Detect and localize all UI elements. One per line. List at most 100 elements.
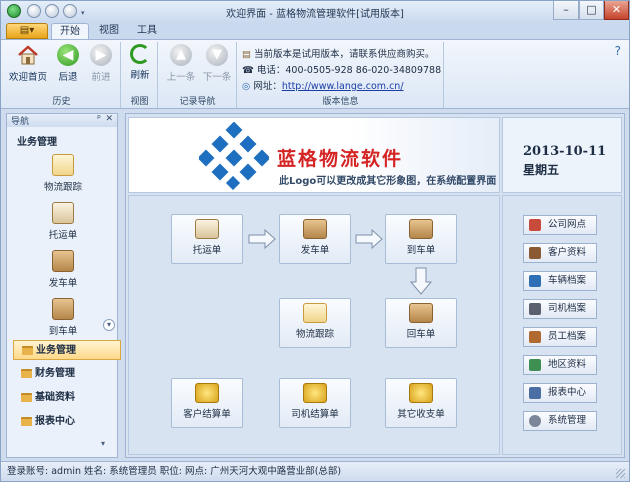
nav-category-finance[interactable]: 财务管理 bbox=[13, 364, 121, 384]
flow-label: 司机结算单 bbox=[291, 409, 339, 420]
flow-label: 客户结算单 bbox=[183, 409, 231, 420]
flow-customer-settle-button[interactable]: 客户结算单 bbox=[171, 378, 243, 428]
current-weekday: 星期五 bbox=[523, 163, 560, 177]
next-record-label: 下一条 bbox=[202, 72, 232, 83]
next-record-button[interactable]: ▼ 下一条 bbox=[199, 44, 235, 83]
ribbon-group-title-history: 历史 bbox=[52, 97, 71, 107]
status-text: 登录账号: admin 姓名: 系统管理员 职位: 网点: 广州天河大观中路营业… bbox=[7, 466, 342, 477]
nav-category-label: 报表中心 bbox=[35, 416, 75, 427]
ribbon-group-title-view: 视图 bbox=[130, 97, 149, 107]
nav-more-button[interactable]: ▾ bbox=[101, 439, 105, 448]
driver-icon bbox=[529, 303, 541, 315]
close-pane-icon[interactable]: ✕ bbox=[105, 114, 113, 124]
employee-icon bbox=[529, 331, 541, 343]
tab-view[interactable]: 视图 bbox=[91, 23, 127, 39]
nav-item-tracking[interactable]: 物流跟踪 bbox=[7, 154, 119, 193]
maximize-button[interactable]: □ bbox=[579, 1, 604, 20]
quick-link-branches[interactable]: 公司网点 bbox=[523, 215, 597, 235]
truck-icon bbox=[52, 250, 74, 272]
forward-button[interactable]: ▶ 前进 bbox=[83, 44, 119, 83]
logo-diamond-icon bbox=[199, 122, 269, 190]
refresh-button[interactable]: 刷新 bbox=[122, 44, 158, 81]
flow-driver-settle-button[interactable]: 司机结算单 bbox=[279, 378, 351, 428]
home-button[interactable]: 欢迎首页 bbox=[7, 44, 49, 83]
nav-section-title: 业务管理 bbox=[17, 137, 57, 148]
folder-icon bbox=[22, 346, 33, 355]
back-button[interactable]: ◀ 后退 bbox=[50, 44, 86, 83]
quick-link-system[interactable]: 系统管理 bbox=[523, 411, 597, 431]
quick-links-panel: 公司网点 客户资料 车辆档案 司机档案 员工档案 地区资料 报表中心 系统管理 bbox=[502, 195, 622, 455]
quick-link-reports[interactable]: 报表中心 bbox=[523, 383, 597, 403]
nav-category-business[interactable]: 业务管理 bbox=[13, 340, 121, 360]
nav-header-title: 导航 bbox=[11, 117, 30, 127]
quick-link-label: 客户资料 bbox=[548, 247, 587, 258]
quick-link-label: 员工档案 bbox=[548, 331, 587, 342]
flow-return-button[interactable]: 回车单 bbox=[385, 298, 457, 348]
coins-minus-icon bbox=[303, 383, 327, 403]
quick-link-customers[interactable]: 客户资料 bbox=[523, 243, 597, 263]
nav-item-dispatch[interactable]: 发车单 bbox=[7, 250, 119, 289]
status-bar: 登录账号: admin 姓名: 系统管理员 职位: 网点: 广州天河大观中路营业… bbox=[1, 461, 629, 481]
app-menu-button[interactable]: ▤▾ bbox=[6, 23, 48, 39]
version-text: 当前版本是试用版本，请联系供应商购买。 bbox=[254, 49, 435, 60]
folder-icon bbox=[21, 393, 32, 402]
tab-tools[interactable]: 工具 bbox=[129, 23, 165, 39]
quick-link-vehicles[interactable]: 车辆档案 bbox=[523, 271, 597, 291]
branch-icon bbox=[529, 219, 541, 231]
flow-consignment-button[interactable]: 托运单 bbox=[171, 214, 243, 264]
flow-dispatch-button[interactable]: 发车单 bbox=[279, 214, 351, 264]
up-arrow-icon: ▲ bbox=[170, 44, 192, 66]
nav-category-label: 业务管理 bbox=[36, 345, 76, 356]
navigation-pane: 导航 ᵖ ✕ 业务管理 物流跟踪 托运单 发车单 到车单 ▾ 业务管理 财务管理… bbox=[6, 113, 121, 458]
down-arrow-icon bbox=[409, 267, 433, 295]
flow-tracking-button[interactable]: 物流跟踪 bbox=[279, 298, 351, 348]
phone-line: ☎ 电话：400-0505-928 86-020-34809788 bbox=[242, 62, 441, 76]
truck-return-icon bbox=[409, 303, 433, 323]
welcome-panel: 蓝格物流软件 此Logo可以更改成其它形象图，在系统配置界面 2013-10-1… bbox=[125, 113, 625, 458]
pin-icon[interactable]: ᵖ bbox=[97, 114, 101, 124]
nav-category-reports[interactable]: 报表中心 bbox=[13, 412, 121, 432]
nav-item-consignment[interactable]: 托运单 bbox=[7, 202, 119, 241]
refresh-icon bbox=[130, 44, 150, 64]
resize-grip[interactable] bbox=[616, 469, 625, 478]
ribbon-group-view: 刷新 视图 bbox=[122, 42, 158, 108]
app-window: ▾ 欢迎界面 - 蓝格物流管理软件[试用版本] – □ ✕ ▤▾ 开始 视图 工… bbox=[0, 0, 630, 482]
quick-link-label: 系统管理 bbox=[548, 415, 587, 426]
document-pencil-icon bbox=[303, 303, 327, 323]
coins-exchange-icon bbox=[409, 383, 433, 403]
quick-link-label: 报表中心 bbox=[548, 387, 587, 398]
title-bar: ▾ 欢迎界面 - 蓝格物流管理软件[试用版本] – □ ✕ bbox=[1, 1, 629, 23]
prev-record-button[interactable]: ▲ 上一条 bbox=[163, 44, 199, 83]
tab-start[interactable]: 开始 bbox=[51, 23, 89, 39]
workflow-panel: 托运单 发车单 到车单 物流跟踪 回车单 客户结算单 司机结算单 其它收支单 bbox=[128, 195, 500, 455]
nav-item-arrival[interactable]: 到车单 bbox=[7, 298, 119, 337]
phone-value: 400-0505-928 86-020-34809788 bbox=[285, 65, 442, 76]
logo-text: 蓝格物流软件 bbox=[277, 148, 404, 170]
quick-link-employees[interactable]: 员工档案 bbox=[523, 327, 597, 347]
nav-category-basic-data[interactable]: 基础资料 bbox=[13, 388, 121, 408]
quick-link-label: 公司网点 bbox=[548, 219, 587, 230]
right-arrow-icon bbox=[355, 228, 383, 250]
nav-item-label: 托运单 bbox=[48, 230, 78, 241]
ribbon-group-title-version: 版本信息 bbox=[322, 97, 359, 107]
nav-header: 导航 ᵖ ✕ bbox=[7, 114, 117, 127]
document-pencil-icon bbox=[52, 154, 74, 176]
quick-link-label: 司机档案 bbox=[548, 303, 587, 314]
date-panel: 2013-10-11 星期五 bbox=[502, 117, 622, 193]
close-button[interactable]: ✕ bbox=[604, 1, 629, 20]
vehicle-icon bbox=[529, 275, 541, 287]
flow-arrival-button[interactable]: 到车单 bbox=[385, 214, 457, 264]
minimize-button[interactable]: – bbox=[553, 1, 579, 20]
nav-category-label: 基础资料 bbox=[35, 392, 75, 403]
quick-link-regions[interactable]: 地区资料 bbox=[523, 355, 597, 375]
quick-link-drivers[interactable]: 司机档案 bbox=[523, 299, 597, 319]
map-icon bbox=[529, 359, 541, 371]
home-icon bbox=[17, 44, 39, 66]
ribbon-group-version: ▤ 当前版本是试用版本，请联系供应商购买。 ☎ 电话：400-0505-928 … bbox=[238, 42, 444, 108]
flow-other-income-button[interactable]: 其它收支单 bbox=[385, 378, 457, 428]
forward-arrow-icon: ▶ bbox=[90, 44, 112, 66]
website-link[interactable]: http://www.lange.com.cn/ bbox=[282, 81, 404, 92]
help-icon[interactable]: ? bbox=[615, 44, 621, 58]
nav-scroll-down-button[interactable]: ▾ bbox=[103, 319, 115, 331]
clipboard-icon bbox=[195, 219, 219, 239]
